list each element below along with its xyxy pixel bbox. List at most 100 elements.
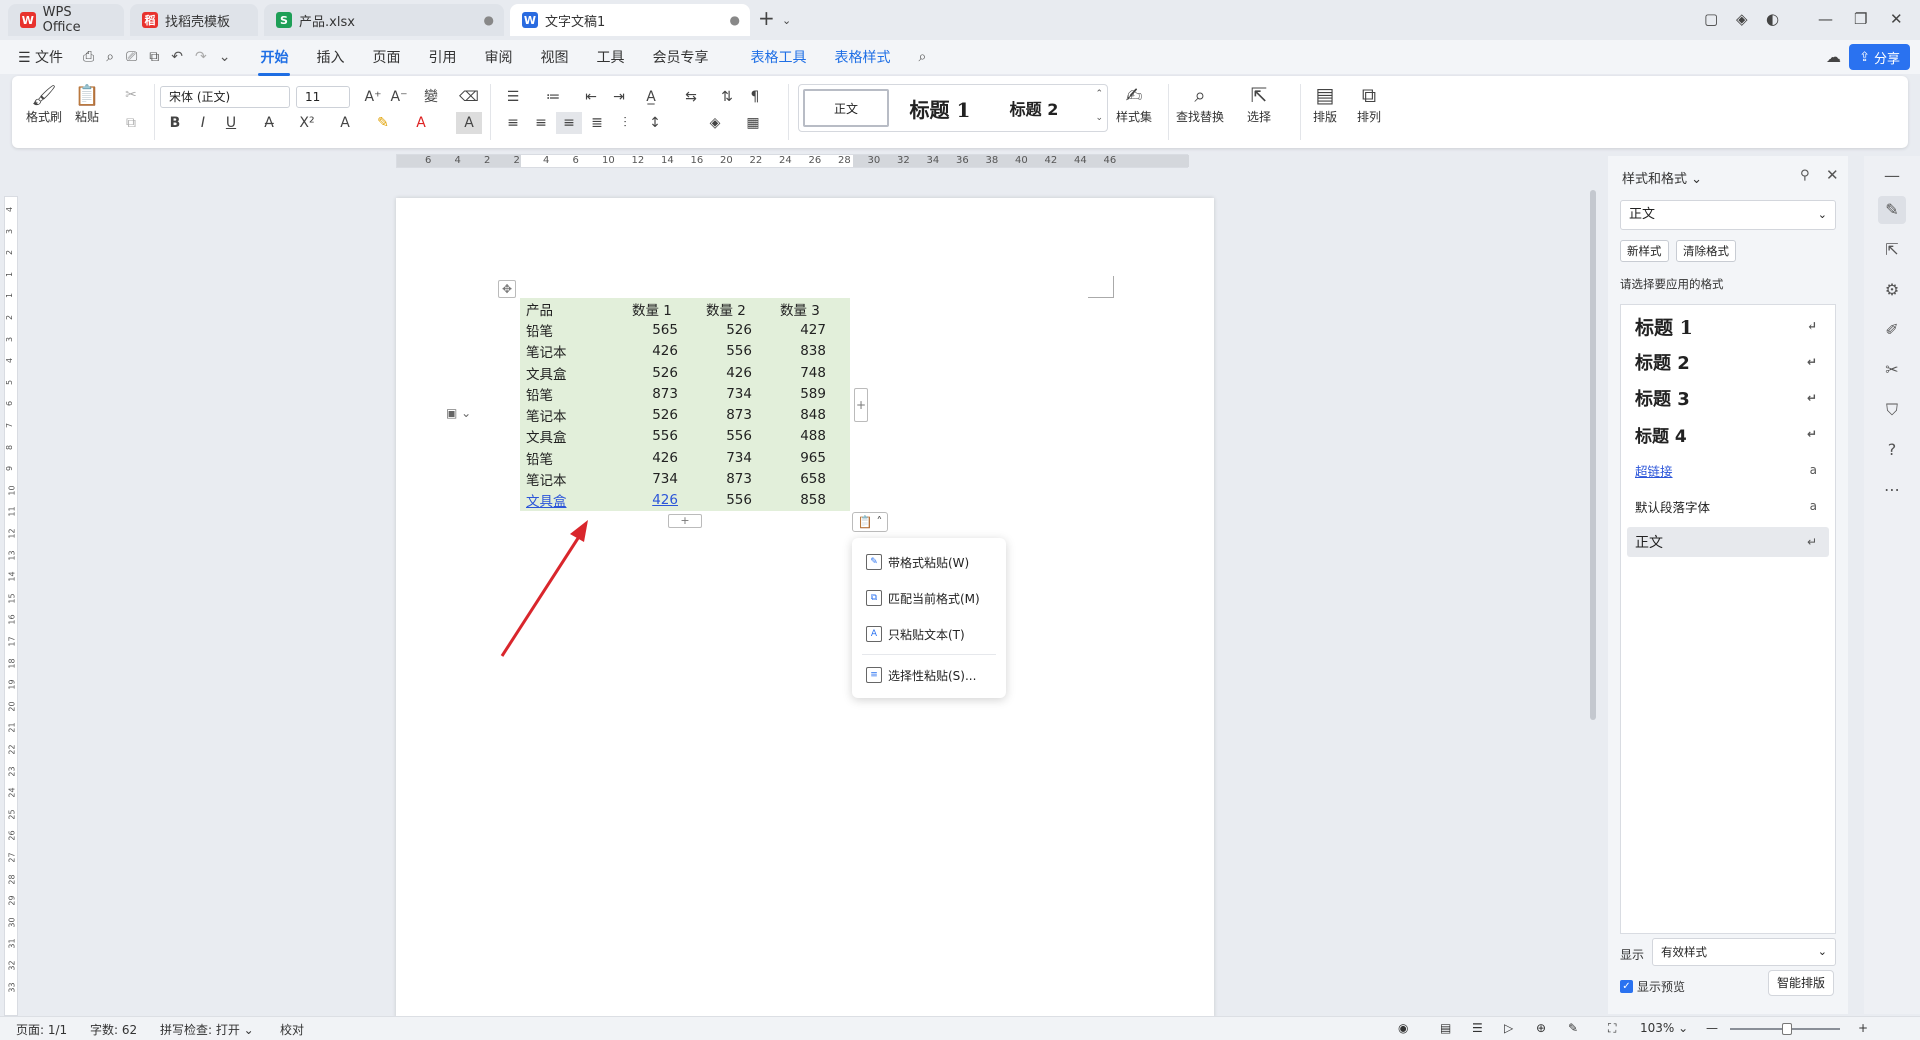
italic-icon[interactable]: I bbox=[190, 112, 216, 134]
page-count[interactable]: 页面: 1/1 bbox=[16, 1021, 67, 1038]
print-icon[interactable]: ⎚ bbox=[120, 49, 143, 65]
panel-title[interactable]: 样式和格式 ⌄ bbox=[1622, 168, 1702, 187]
close-icon[interactable]: ✕ bbox=[1826, 166, 1839, 184]
table-cell[interactable]: 556 bbox=[686, 343, 760, 359]
zoom-in-icon[interactable]: + bbox=[1858, 1021, 1868, 1035]
font-name-select[interactable]: 宋体 (正文) bbox=[160, 86, 290, 108]
table-cell[interactable]: 565 bbox=[612, 322, 686, 338]
new-style-button[interactable]: 新样式 bbox=[1620, 240, 1669, 262]
paste-special[interactable]: ≡ 选择性粘贴(S)... bbox=[852, 657, 1006, 693]
minimize-icon[interactable]: — bbox=[1818, 10, 1833, 28]
table-cell[interactable]: 526 bbox=[612, 365, 686, 381]
layout-button[interactable]: ▤ 排版 bbox=[1312, 82, 1338, 125]
cut-icon[interactable]: ✂ bbox=[118, 84, 144, 106]
close-window-icon[interactable]: ✕ bbox=[1890, 10, 1903, 28]
search-icon[interactable]: ⌕ bbox=[904, 49, 940, 65]
tab-daoke[interactable]: 稻 找稻壳模板 bbox=[130, 4, 258, 36]
menu-table-style[interactable]: 表格样式 bbox=[820, 47, 904, 67]
tab-wps-office[interactable]: W WPS Office bbox=[8, 4, 124, 36]
proofread-button[interactable]: 校对 bbox=[280, 1021, 304, 1038]
table-cell[interactable]: 文具盒 bbox=[520, 426, 612, 446]
copy-icon[interactable]: ⧉ bbox=[118, 112, 144, 134]
show-preview-checkbox[interactable]: ✓ 显示预览 bbox=[1620, 978, 1685, 995]
save-icon[interactable]: ⎙ bbox=[77, 49, 100, 65]
outline-view-icon[interactable]: ☰ bbox=[1472, 1021, 1483, 1035]
format-painter-button[interactable]: 🖌 格式刷 bbox=[26, 82, 62, 125]
horizontal-ruler[interactable]: 6 4 2 2 4 6 10 12 14 16 20 22 24 26 28 30 32 34 36 38 40 42 44… bbox=[396, 154, 1189, 168]
table-cell[interactable]: 734 bbox=[686, 386, 760, 402]
clear-format-button[interactable]: 清除格式 bbox=[1676, 240, 1736, 262]
table-header-cell[interactable]: 产品 bbox=[520, 299, 612, 319]
table-cell[interactable]: 427 bbox=[760, 322, 834, 338]
zoom-level[interactable]: 103% ⌄ bbox=[1640, 1021, 1688, 1035]
bold-icon[interactable]: B bbox=[162, 112, 188, 134]
table-cell[interactable]: 426 bbox=[686, 365, 760, 381]
table-cell[interactable]: 873 bbox=[686, 471, 760, 487]
style-item-default-font[interactable]: 默认段落字体 a bbox=[1627, 491, 1829, 521]
phonetic-icon[interactable]: 變 bbox=[418, 86, 444, 108]
table-cell[interactable]: 铅笔 bbox=[520, 384, 612, 404]
table-cell[interactable]: 526 bbox=[686, 322, 760, 338]
table-cell[interactable]: 848 bbox=[760, 407, 834, 423]
add-column-button[interactable]: + bbox=[854, 388, 868, 422]
tab-spreadsheet[interactable]: S 产品.xlsx ● bbox=[264, 4, 504, 36]
style-item-heading-3[interactable]: 标题 3 ↵ bbox=[1627, 383, 1829, 413]
vertical-ruler[interactable]: 4 3 2 1 1 2 3 4 5 6 7 8 9 10 11 12 13 14 15 16 17 18 19 20 21 22 2… bbox=[4, 196, 18, 1016]
menu-member[interactable]: 会员专享 bbox=[638, 47, 722, 67]
more-icon[interactable]: ⌄ bbox=[213, 49, 247, 65]
layout-icon[interactable]: ▢ bbox=[1704, 10, 1718, 28]
style-heading-1[interactable]: 标题 1 bbox=[895, 89, 985, 127]
play-icon[interactable]: ▷ bbox=[1504, 1021, 1513, 1035]
vertical-scrollbar[interactable] bbox=[1588, 156, 1598, 1016]
table-cell[interactable]: 铅笔 bbox=[520, 320, 612, 340]
table-cell[interactable]: 748 bbox=[760, 365, 834, 381]
align-right-icon[interactable]: ≡ bbox=[556, 112, 582, 134]
share-button[interactable]: ⇪ 分享 bbox=[1849, 44, 1910, 70]
style-item-heading-2[interactable]: 标题 2 ↵ bbox=[1627, 347, 1829, 377]
zoom-slider-thumb[interactable] bbox=[1782, 1023, 1792, 1035]
zoom-slider[interactable] bbox=[1730, 1023, 1840, 1035]
table-cell[interactable]: 965 bbox=[760, 450, 834, 466]
style-set-button[interactable]: ✍ 样式集 bbox=[1116, 82, 1152, 125]
tools-icon[interactable]: ✂ bbox=[1878, 356, 1906, 384]
bullets-icon[interactable]: ☰ bbox=[500, 86, 526, 108]
table-cell[interactable]: 838 bbox=[760, 343, 834, 359]
table-header-cell[interactable]: 数量 1 bbox=[612, 299, 686, 319]
paste-text-only[interactable]: A 只粘贴文本(T) bbox=[852, 616, 1006, 652]
table-cell[interactable]: 笔记本 bbox=[520, 341, 612, 361]
line-spacing-icon[interactable]: ↕ bbox=[642, 112, 668, 134]
find-replace-button[interactable]: ⌕ 查找替换 bbox=[1176, 82, 1224, 125]
current-style-select[interactable]: 正文 ⌄ bbox=[1620, 200, 1836, 230]
style-heading-2[interactable]: 标题 2 bbox=[989, 89, 1079, 127]
outdent-icon[interactable]: ⇤ bbox=[578, 86, 604, 108]
zoom-out-icon[interactable]: — bbox=[1706, 1021, 1718, 1035]
web-view-icon[interactable]: ⊕ bbox=[1536, 1021, 1546, 1035]
table-cell[interactable]: 426 bbox=[612, 450, 686, 466]
select-pointer-icon[interactable]: ⇱ bbox=[1878, 236, 1906, 264]
smart-layout-button[interactable]: 智能排版 bbox=[1768, 970, 1835, 996]
style-item-normal[interactable]: 正文 ↵ bbox=[1627, 527, 1829, 557]
data-table[interactable]: 产品 数量 1 数量 2 数量 3 铅笔 565 526 427 笔记本 426 556 838 文具盒… bbox=[520, 298, 850, 511]
table-cell[interactable]: 556 bbox=[612, 428, 686, 444]
indent-icon[interactable]: ⇥ bbox=[606, 86, 632, 108]
table-cell[interactable]: 873 bbox=[612, 386, 686, 402]
grow-font-icon[interactable]: A⁺ bbox=[360, 86, 386, 108]
table-cell[interactable]: 笔记本 bbox=[520, 469, 612, 489]
convert-icon[interactable]: ⇆ bbox=[678, 86, 704, 108]
menu-reference[interactable]: 引用 bbox=[414, 47, 470, 67]
pen-icon[interactable]: ✎ bbox=[1878, 196, 1906, 224]
scroll-up-icon[interactable]: ⌃ bbox=[1095, 89, 1103, 99]
scroll-down-icon[interactable]: ⌄ bbox=[1095, 113, 1103, 123]
table-cell[interactable]: 873 bbox=[686, 407, 760, 423]
border-icon[interactable]: ▦ bbox=[740, 112, 766, 134]
style-item-heading-4[interactable]: 标题 4 ↵ bbox=[1627, 419, 1829, 449]
menu-tools[interactable]: 工具 bbox=[582, 47, 638, 67]
new-tab-icon[interactable]: + bbox=[758, 6, 775, 30]
page-view-icon[interactable]: ▤ bbox=[1440, 1021, 1451, 1035]
menu-review[interactable]: 审阅 bbox=[470, 47, 526, 67]
table-cell[interactable]: 笔记本 bbox=[520, 405, 612, 425]
avatar-icon[interactable]: ◐ bbox=[1766, 10, 1779, 28]
char-shading-icon[interactable]: A bbox=[456, 112, 482, 134]
table-cell[interactable]: 658 bbox=[760, 471, 834, 487]
distribute-icon[interactable]: ⫶ bbox=[612, 112, 638, 134]
